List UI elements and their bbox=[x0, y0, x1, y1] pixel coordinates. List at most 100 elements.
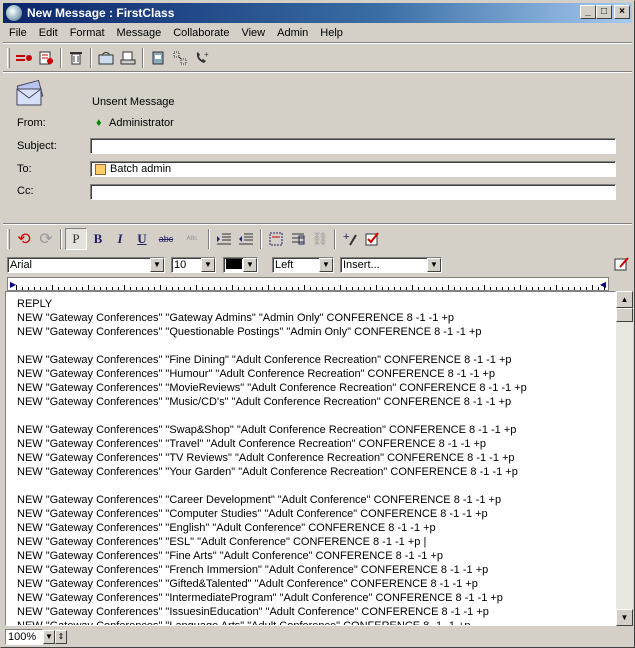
ruler-tick bbox=[190, 287, 191, 290]
chevron-down-icon: ▼ bbox=[319, 258, 333, 272]
address-book-icon[interactable] bbox=[147, 47, 169, 69]
ruler-tick bbox=[166, 287, 167, 290]
underline-button[interactable]: U bbox=[131, 228, 153, 250]
outdent-icon[interactable] bbox=[235, 228, 257, 250]
zoom-stepper-icon[interactable]: ⇕ bbox=[55, 630, 67, 644]
alignment-select[interactable]: Left ▼ bbox=[272, 257, 334, 273]
text-ruler[interactable]: ▶ ◀ bbox=[7, 277, 609, 291]
print-icon[interactable] bbox=[117, 47, 139, 69]
ruler-tick bbox=[142, 287, 143, 290]
ruler-tick bbox=[22, 287, 23, 290]
ruler-tick bbox=[460, 287, 461, 290]
toolbar-grip[interactable] bbox=[7, 48, 10, 68]
recipient-batch-admin[interactable]: Batch admin bbox=[110, 162, 171, 176]
text-color-select[interactable]: ▼ bbox=[223, 257, 258, 273]
chevron-down-icon: ▼ bbox=[150, 258, 164, 272]
call-icon[interactable]: + bbox=[191, 47, 213, 69]
vertical-scrollbar[interactable]: ▲ ▼ bbox=[616, 291, 633, 626]
menu-message[interactable]: Message bbox=[111, 24, 168, 42]
insert-select[interactable]: Insert... ▼ bbox=[340, 257, 442, 273]
format-toolbar-grip[interactable] bbox=[7, 229, 10, 249]
scroll-thumb[interactable] bbox=[616, 308, 633, 322]
indent-icon[interactable] bbox=[213, 228, 235, 250]
menu-file[interactable]: File bbox=[3, 24, 33, 42]
svg-text:+: + bbox=[343, 231, 349, 243]
ruler-tick bbox=[514, 287, 515, 290]
bold-button[interactable]: B bbox=[87, 228, 109, 250]
to-label: To: bbox=[17, 163, 32, 175]
ruler-tick bbox=[220, 287, 221, 290]
zoom-level[interactable]: 100% bbox=[5, 629, 43, 645]
send-options-icon[interactable] bbox=[35, 47, 57, 69]
menu-format[interactable]: Format bbox=[64, 24, 111, 42]
ruler-tick bbox=[394, 287, 395, 290]
insert-object-icon[interactable]: + bbox=[339, 228, 361, 250]
ruler-tick bbox=[322, 287, 323, 290]
edit-pencil-icon[interactable] bbox=[613, 256, 631, 272]
table-icon[interactable] bbox=[287, 228, 309, 250]
ruler-tick bbox=[496, 287, 497, 290]
body-line: NEW "Gateway Conferences" "Swap&Shop" "A… bbox=[17, 424, 517, 436]
ruler-tick bbox=[196, 285, 197, 290]
ruler-tick bbox=[28, 287, 29, 290]
cc-field[interactable] bbox=[90, 184, 616, 200]
close-button[interactable]: × bbox=[614, 5, 630, 19]
menu-admin[interactable]: Admin bbox=[271, 24, 314, 42]
send-icon[interactable] bbox=[13, 47, 35, 69]
title-bar[interactable]: New Message : FirstClass _ □ × bbox=[3, 3, 632, 23]
menu-edit[interactable]: Edit bbox=[33, 24, 64, 42]
menu-bar: File Edit Format Message Collaborate Vie… bbox=[3, 24, 349, 42]
ruler-tick bbox=[508, 287, 509, 290]
scroll-up-icon[interactable]: ▲ bbox=[616, 291, 633, 308]
ruler-tick bbox=[202, 287, 203, 290]
window-title: New Message : FirstClass bbox=[27, 6, 175, 20]
strikethrough-button[interactable]: abc bbox=[153, 228, 179, 250]
font-size-select[interactable]: 10 ▼ bbox=[171, 257, 216, 273]
plain-text-button[interactable]: P bbox=[65, 228, 87, 250]
zoom-dropdown-icon[interactable]: ▼ bbox=[43, 630, 55, 644]
ruler-tick bbox=[490, 287, 491, 290]
menu-help[interactable]: Help bbox=[314, 24, 349, 42]
menu-view[interactable]: View bbox=[235, 24, 271, 42]
to-field[interactable]: Batch admin bbox=[90, 161, 616, 177]
ruler-tick bbox=[454, 287, 455, 290]
ruler-tick bbox=[586, 287, 587, 290]
menu-collaborate[interactable]: Collaborate bbox=[167, 24, 235, 42]
delete-icon[interactable] bbox=[65, 47, 87, 69]
ruler-tick bbox=[214, 287, 215, 290]
redo-icon[interactable]: ⟳ bbox=[35, 228, 57, 250]
ruler-tick bbox=[112, 287, 113, 290]
scroll-down-icon[interactable]: ▼ bbox=[616, 609, 633, 626]
body-line: NEW "Gateway Conferences" "IssuesinEduca… bbox=[17, 606, 489, 618]
ruler-tick bbox=[406, 287, 407, 290]
ruler-tick bbox=[538, 287, 539, 290]
body-line: NEW "Gateway Conferences" "Travel" "Adul… bbox=[17, 438, 487, 450]
spell-check-icon[interactable] bbox=[361, 228, 383, 250]
body-line: NEW "Gateway Conferences" "Music/CD's" "… bbox=[17, 396, 512, 408]
ruler-tick bbox=[334, 287, 335, 290]
subject-field[interactable] bbox=[90, 138, 616, 154]
select-area-icon[interactable] bbox=[265, 228, 287, 250]
right-margin-marker[interactable]: ◀ bbox=[600, 280, 606, 289]
ruler-tick bbox=[208, 287, 209, 290]
undo-icon[interactable]: ⟲ bbox=[13, 228, 35, 250]
ruler-tick bbox=[424, 287, 425, 290]
ruler-tick bbox=[244, 287, 245, 290]
ruler-tick bbox=[184, 287, 185, 290]
link-icon[interactable]: ⛓ bbox=[309, 228, 331, 250]
status-bar: 100% ▼ ⇕ bbox=[5, 628, 632, 646]
message-body-editor[interactable]: REPLY NEW "Gateway Conferences" "Gateway … bbox=[5, 291, 616, 626]
ruler-tick bbox=[346, 287, 347, 290]
attach-icon[interactable] bbox=[95, 47, 117, 69]
maximize-button[interactable]: □ bbox=[596, 5, 612, 19]
font-select[interactable]: Arial ▼ bbox=[7, 257, 165, 273]
ruler-tick bbox=[310, 287, 311, 290]
ruler-tick bbox=[172, 287, 173, 290]
minimize-button[interactable]: _ bbox=[580, 5, 596, 19]
check-names-icon[interactable] bbox=[169, 47, 191, 69]
ruler-tick bbox=[598, 287, 599, 290]
ruler-tick bbox=[52, 285, 53, 290]
superscript-icon[interactable]: ᴬᴮᶜ bbox=[179, 228, 205, 250]
ruler-tick bbox=[532, 287, 533, 290]
italic-button[interactable]: I bbox=[109, 228, 131, 250]
